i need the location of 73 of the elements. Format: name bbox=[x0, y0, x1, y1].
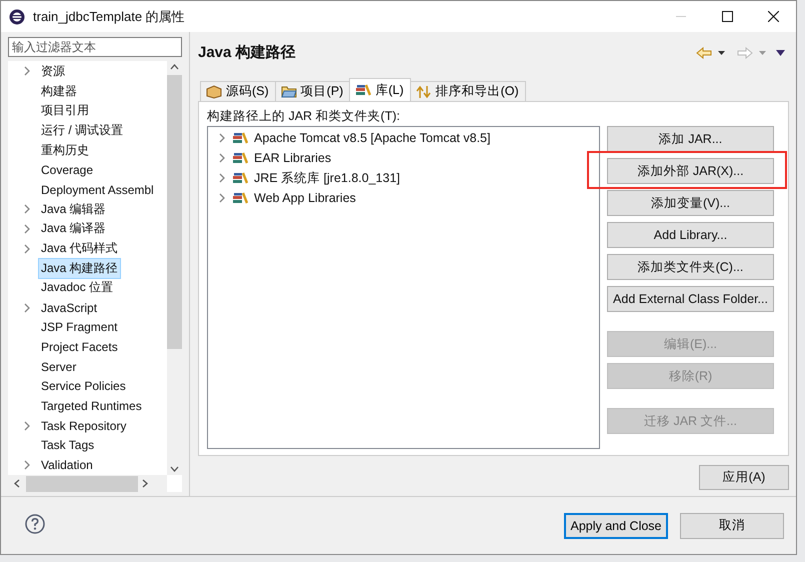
tab[interactable]: 源码(S) bbox=[200, 81, 276, 101]
action-button[interactable]: Add External Class Folder... bbox=[607, 286, 774, 312]
tree-item[interactable]: 运行 / 调试设置 bbox=[38, 120, 126, 141]
package-icon bbox=[206, 84, 222, 98]
tree-item[interactable]: Task Tags bbox=[38, 436, 98, 454]
tree-item[interactable]: Coverage bbox=[38, 160, 96, 179]
tab[interactable]: 项目(P) bbox=[274, 81, 350, 101]
tree-item[interactable]: Javadoc 位置 bbox=[38, 277, 116, 298]
chevron-icon[interactable] bbox=[22, 420, 32, 431]
chevron-icon[interactable] bbox=[22, 224, 32, 234]
tree-item[interactable]: 项目引用 bbox=[38, 100, 92, 122]
dialog-button[interactable]: Apply and Close bbox=[564, 512, 668, 538]
back-arrow-icon[interactable] bbox=[696, 46, 712, 58]
books-icon bbox=[355, 83, 372, 97]
tree-item[interactable]: Task Repository bbox=[38, 416, 130, 435]
tree-item[interactable]: JavaScript bbox=[38, 298, 100, 317]
eclipse-icon bbox=[9, 8, 25, 24]
window-title: train_jdbcTemplate 的属性 bbox=[33, 8, 186, 26]
dialog-button[interactable]: 取消 bbox=[680, 512, 784, 538]
library-item[interactable]: EAR Libraries bbox=[254, 151, 332, 165]
scrollbar-thumb[interactable] bbox=[26, 476, 138, 492]
tree-item[interactable]: Java 代码样式 bbox=[38, 238, 121, 260]
tree-item[interactable]: Targeted Runtimes bbox=[38, 397, 145, 416]
filter-field[interactable]: 输入过滤器文本 bbox=[8, 37, 182, 57]
library-item[interactable]: JRE 系统库 [jre1.8.0_131] bbox=[254, 170, 400, 186]
library-item[interactable]: Web App Libraries bbox=[254, 191, 356, 205]
tree-item[interactable]: Java 编译器 bbox=[38, 218, 109, 240]
tree-item[interactable]: 重构历史 bbox=[38, 140, 92, 161]
library-item[interactable]: Apache Tomcat v8.5 [Apache Tomcat v8.5] bbox=[254, 131, 490, 145]
folder-icon bbox=[280, 84, 297, 98]
chevron-icon[interactable] bbox=[218, 133, 226, 143]
books-icon bbox=[232, 171, 248, 185]
books-icon bbox=[232, 191, 248, 205]
tree-item[interactable]: Java 编辑器 bbox=[38, 198, 109, 220]
tree-item[interactable]: Java 构建路径 bbox=[38, 258, 121, 279]
chevron-icon[interactable] bbox=[218, 173, 226, 183]
action-button[interactable]: Add Library... bbox=[607, 222, 774, 248]
tree-item[interactable]: JSP Fragment bbox=[38, 318, 120, 336]
vertical-scrollbar[interactable] bbox=[167, 60, 182, 475]
action-button[interactable]: 添加 JAR... bbox=[607, 126, 774, 152]
tree-item[interactable]: Deployment Assembl bbox=[38, 180, 157, 199]
chevron-icon[interactable] bbox=[22, 66, 32, 76]
view-menu-icon[interactable] bbox=[776, 50, 785, 56]
close-icon[interactable] bbox=[768, 11, 778, 22]
tree-item[interactable]: 资源 bbox=[38, 60, 68, 82]
maximize-icon[interactable] bbox=[722, 11, 732, 22]
forward-arrow-icon[interactable] bbox=[737, 46, 753, 58]
chevron-icon[interactable] bbox=[22, 244, 32, 254]
chevron-icon[interactable] bbox=[22, 460, 32, 470]
list-label: 构建路径上的 JAR 和类文件夹(T): bbox=[207, 108, 401, 125]
chevron-icon[interactable] bbox=[22, 204, 32, 214]
action-button[interactable]: 添加变量(V)... bbox=[607, 190, 774, 216]
tree-item[interactable]: Project Facets bbox=[38, 338, 121, 356]
chevron-icon[interactable] bbox=[22, 302, 32, 313]
page-title: Java 构建路径 bbox=[198, 43, 297, 62]
dropdown-icon[interactable] bbox=[718, 50, 725, 54]
tab[interactable]: 库(L) bbox=[349, 78, 411, 101]
tab[interactable]: 排序和导出(O) bbox=[410, 81, 526, 101]
books-icon bbox=[232, 131, 248, 145]
tree-item[interactable]: 构建器 bbox=[38, 80, 80, 102]
books-icon bbox=[232, 151, 248, 165]
horizontal-scrollbar[interactable] bbox=[8, 475, 167, 492]
chevron-icon[interactable] bbox=[218, 153, 226, 163]
tree-item[interactable]: Server bbox=[38, 358, 80, 376]
arrows-icon bbox=[416, 84, 432, 98]
tree-item[interactable]: Service Policies bbox=[38, 377, 129, 396]
action-button[interactable]: 添加类文件夹(C)... bbox=[607, 254, 774, 280]
scrollbar-thumb[interactable] bbox=[167, 74, 182, 349]
help-icon[interactable] bbox=[25, 514, 45, 534]
chevron-icon[interactable] bbox=[218, 193, 226, 203]
apply-button[interactable]: 应用(A) bbox=[699, 465, 789, 490]
action-button[interactable]: 添加外部 JAR(X)... bbox=[607, 158, 774, 184]
tree-item[interactable]: Validation bbox=[38, 456, 96, 474]
